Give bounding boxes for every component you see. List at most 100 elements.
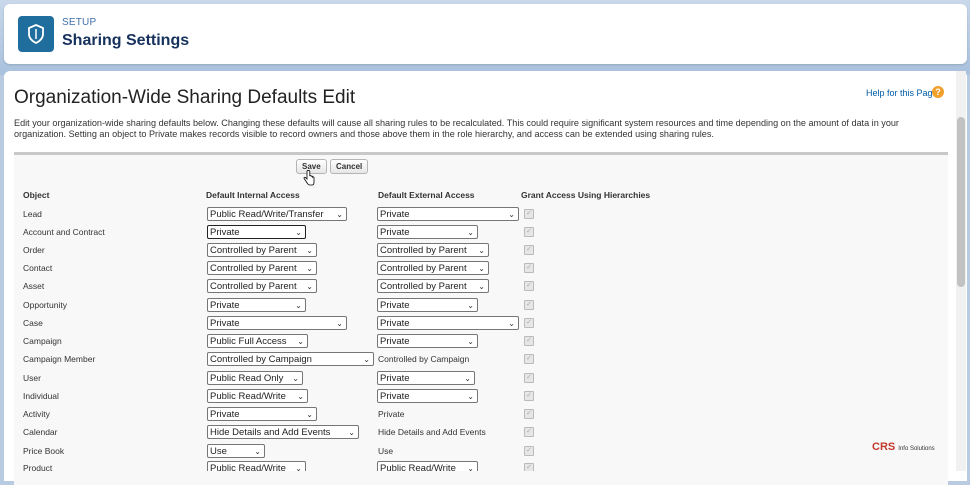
hierarchy-checkbox[interactable]: ✓ — [524, 263, 534, 273]
chevron-down-icon: ⌄ — [363, 355, 370, 364]
internal-access-value: Hide Details and Add Events — [210, 427, 331, 438]
object-name: Order — [23, 245, 45, 255]
object-name: Case — [23, 318, 43, 328]
external-access-value: Private — [380, 209, 410, 220]
internal-access-select[interactable]: Public Read/Write/Transfer ⌄ — [207, 207, 347, 221]
hierarchy-checkbox[interactable]: ✓ — [524, 427, 534, 437]
table-row: Price Book Use ⌄ Use ✓ — [23, 444, 543, 462]
header-title: Sharing Settings — [62, 32, 190, 49]
external-access-select[interactable]: Private ⌄ — [377, 316, 519, 330]
internal-access-value: Private — [210, 409, 240, 420]
external-access-select[interactable]: Controlled by Parent ⌄ — [377, 243, 489, 257]
external-access-value: Controlled by Parent — [380, 245, 467, 256]
object-name: Activity — [23, 409, 50, 419]
internal-access-select[interactable]: Hide Details and Add Events ⌄ — [207, 425, 359, 439]
scrollbar[interactable] — [956, 71, 966, 471]
chevron-down-icon: ⌄ — [478, 246, 485, 255]
shield-icon — [18, 16, 54, 52]
object-name: User — [23, 373, 41, 383]
internal-access-select[interactable]: Private ⌄ — [207, 407, 317, 421]
table-row: Asset Controlled by Parent ⌄ Controlled b… — [23, 279, 543, 297]
internal-access-select[interactable]: Private ⌄ — [207, 298, 306, 312]
scrollbar-thumb[interactable] — [957, 117, 965, 287]
table-row: Lead Public Read/Write/Transfer ⌄ Private… — [23, 207, 543, 225]
help-link[interactable]: Help for this Page — [866, 88, 938, 98]
object-name: Price Book — [23, 446, 65, 456]
chevron-down-icon: ⌄ — [295, 228, 302, 237]
hierarchy-checkbox[interactable]: ✓ — [524, 446, 534, 456]
external-access-value: Use — [378, 446, 394, 456]
external-access-select[interactable]: Private ⌄ — [377, 207, 519, 221]
table-row: Account and Contract Private ⌄ Private ⌄ ✓ — [23, 225, 543, 243]
chevron-down-icon: ⌄ — [297, 337, 304, 346]
chevron-down-icon: ⌄ — [467, 228, 474, 237]
hierarchy-checkbox[interactable]: ✓ — [524, 409, 534, 419]
external-access-select[interactable]: Private ⌄ — [377, 334, 478, 348]
external-access-select[interactable]: Controlled by Parent ⌄ — [377, 279, 489, 293]
internal-access-select[interactable]: Private ⌄ — [207, 225, 306, 239]
chevron-down-icon: ⌄ — [464, 374, 471, 383]
internal-access-select[interactable]: Public Read/Write ⌄ — [207, 461, 306, 471]
hierarchy-checkbox[interactable]: ✓ — [524, 354, 534, 364]
external-access-value: Private — [380, 373, 410, 384]
chevron-down-icon: ⌄ — [467, 301, 474, 310]
external-access-value: Controlled by Parent — [380, 263, 467, 274]
internal-access-select[interactable]: Private ⌄ — [207, 316, 347, 330]
hierarchy-checkbox[interactable]: ✓ — [524, 245, 534, 255]
chevron-down-icon: ⌄ — [254, 447, 261, 456]
hierarchy-checkbox[interactable]: ✓ — [524, 227, 534, 237]
object-name: Calendar — [23, 427, 58, 437]
hierarchy-checkbox[interactable]: ✓ — [524, 281, 534, 291]
chevron-down-icon: ⌄ — [467, 392, 474, 401]
internal-access-value: Controlled by Parent — [210, 245, 297, 256]
external-access-value: Private — [380, 227, 410, 238]
hand-cursor-icon — [303, 170, 315, 186]
internal-access-select[interactable]: Public Full Access ⌄ — [207, 334, 308, 348]
internal-access-value: Private — [210, 318, 240, 329]
hierarchy-checkbox[interactable]: ✓ — [524, 318, 534, 328]
external-access-select[interactable]: Private ⌄ — [377, 371, 475, 385]
table-row: Opportunity Private ⌄ Private ⌄ ✓ — [23, 298, 543, 316]
internal-access-value: Public Full Access — [210, 336, 287, 347]
chevron-down-icon: ⌄ — [478, 282, 485, 291]
hierarchy-checkbox[interactable]: ✓ — [524, 463, 534, 471]
column-header-external: Default External Access — [378, 190, 475, 200]
watermark-brand: CRS — [872, 441, 896, 453]
internal-access-select[interactable]: Controlled by Campaign ⌄ — [207, 352, 374, 366]
hierarchy-checkbox[interactable]: ✓ — [524, 391, 534, 401]
chevron-down-icon: ⌄ — [306, 246, 313, 255]
external-access-value: Private — [380, 318, 410, 329]
hierarchy-checkbox[interactable]: ✓ — [524, 336, 534, 346]
chevron-down-icon: ⌄ — [508, 210, 515, 219]
internal-access-select[interactable]: Controlled by Parent ⌄ — [207, 279, 317, 293]
internal-access-select[interactable]: Controlled by Parent ⌄ — [207, 243, 317, 257]
cancel-button[interactable]: Cancel — [330, 159, 369, 174]
internal-access-select[interactable]: Public Read Only ⌄ — [207, 371, 303, 385]
table-row: Activity Private ⌄ Private ✓ — [23, 407, 543, 425]
hierarchy-checkbox[interactable]: ✓ — [524, 373, 534, 383]
hierarchy-checkbox[interactable]: ✓ — [524, 209, 534, 219]
external-access-select[interactable]: Private ⌄ — [377, 389, 478, 403]
watermark-suffix: Info Solutions — [898, 446, 935, 452]
internal-access-value: Controlled by Parent — [210, 281, 297, 292]
external-access-value: Private — [380, 391, 410, 402]
object-name: Asset — [23, 281, 45, 291]
external-access-value: Private — [378, 409, 405, 419]
hierarchy-checkbox[interactable]: ✓ — [524, 300, 534, 310]
setup-header: SETUP Sharing Settings — [4, 4, 967, 64]
external-access-select[interactable]: Private ⌄ — [377, 298, 478, 312]
internal-access-select[interactable]: Public Read/Write ⌄ — [207, 389, 308, 403]
internal-access-select[interactable]: Controlled by Parent ⌄ — [207, 261, 317, 275]
external-access-select[interactable]: Public Read/Write ⌄ — [377, 461, 478, 471]
internal-access-select[interactable]: Use ⌄ — [207, 444, 265, 458]
object-name: Campaign Member — [23, 354, 96, 364]
page-title: Organization-Wide Sharing Defaults Edit — [14, 87, 356, 108]
question-icon[interactable]: ? — [932, 86, 944, 98]
page-description: Edit your organization-wide sharing defa… — [14, 118, 899, 139]
external-access-select[interactable]: Controlled by Parent ⌄ — [377, 261, 489, 275]
object-name: Product — [23, 463, 53, 471]
chevron-down-icon: ⌄ — [508, 319, 515, 328]
table-row: Case Private ⌄ Private ⌄ ✓ — [23, 316, 543, 334]
table-row: Order Controlled by Parent ⌄ Controlled b… — [23, 243, 543, 261]
external-access-select[interactable]: Private ⌄ — [377, 225, 478, 239]
